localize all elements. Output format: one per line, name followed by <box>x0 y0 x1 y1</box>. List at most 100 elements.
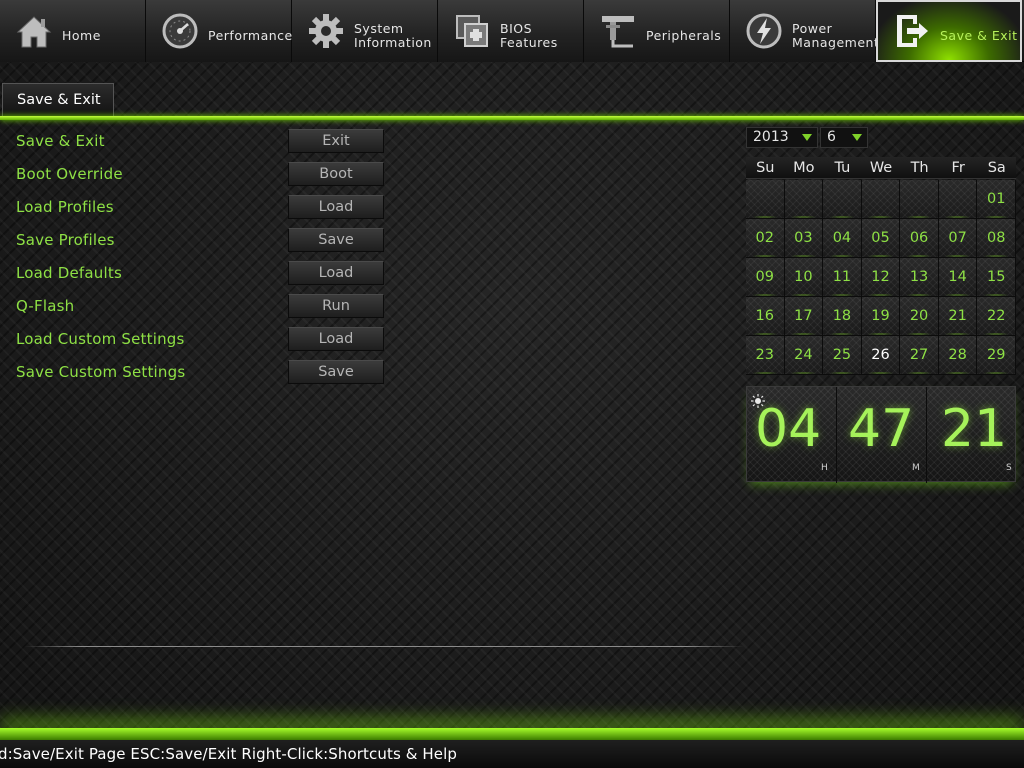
setting-row-q-flash: Q-Flash Run <box>0 290 400 323</box>
calendar-day[interactable]: 23 <box>746 336 785 375</box>
save-profiles-button[interactable]: Save <box>288 228 384 252</box>
load-defaults-button[interactable]: Load <box>288 261 384 285</box>
load-custom-settings-button[interactable]: Load <box>288 327 384 351</box>
setting-row-save-profiles: Save Profiles Save <box>0 224 400 257</box>
bios-chip-icon <box>452 11 492 51</box>
year-select[interactable]: 2013 <box>746 127 818 148</box>
page-tab-save-exit[interactable]: Save & Exit <box>2 83 114 117</box>
calendar-day[interactable]: 26 <box>861 336 901 375</box>
calendar-empty-cell <box>784 180 824 219</box>
calendar-day[interactable]: 02 <box>746 219 785 258</box>
nav-item-system-information[interactable]: System Information <box>292 0 438 62</box>
setting-label[interactable]: Save Custom Settings <box>16 363 185 381</box>
setting-label[interactable]: Load Custom Settings <box>16 330 185 348</box>
save-custom-settings-button[interactable]: Save <box>288 360 384 384</box>
calendar-day[interactable]: 27 <box>900 336 939 375</box>
setting-row-save-exit: Save & Exit Exit <box>0 125 400 158</box>
nav-item-save-exit[interactable]: Save & Exit <box>876 0 1022 62</box>
load-profiles-button[interactable]: Load <box>288 195 384 219</box>
run-q-flash-button[interactable]: Run <box>288 294 384 318</box>
month-select[interactable]: 6 <box>820 127 868 148</box>
clock-seconds[interactable]: 21 <box>941 399 1007 459</box>
nav-item-home[interactable]: Home <box>0 0 146 62</box>
nav-item-performance[interactable]: Performance <box>146 0 292 62</box>
nav-item-power-management[interactable]: Power Management <box>730 0 879 62</box>
nav-item-peripherals[interactable]: Peripherals <box>584 0 730 62</box>
nav-label-save-exit: Save & Exit <box>940 28 1018 43</box>
month-value: 6 <box>827 129 836 145</box>
calendar-day[interactable]: 18 <box>823 297 862 336</box>
content-divider <box>24 646 744 647</box>
weekday-label: Tu <box>834 160 851 176</box>
calendar-empty-cell <box>938 180 978 219</box>
calendar-day[interactable]: 13 <box>900 258 939 297</box>
setting-row-load-defaults: Load Defaults Load <box>0 257 400 290</box>
tab-underline <box>0 116 1024 120</box>
setting-label[interactable]: Save Profiles <box>16 231 115 249</box>
setting-label[interactable]: Q-Flash <box>16 297 74 315</box>
calendar-day[interactable]: 22 <box>977 297 1016 336</box>
calendar-day[interactable]: 06 <box>900 219 939 258</box>
power-icon <box>744 11 784 51</box>
home-icon <box>14 11 54 51</box>
peripherals-icon <box>598 11 638 51</box>
top-navigation: Home Performance System Information BIOS… <box>0 0 1024 62</box>
minute-unit-label: M <box>912 463 920 473</box>
setting-label[interactable]: Boot Override <box>16 165 123 183</box>
calendar-day[interactable]: 11 <box>823 258 862 297</box>
setting-label[interactable]: Load Defaults <box>16 264 122 282</box>
calendar-empty-cell <box>861 180 901 219</box>
setting-label[interactable]: Save & Exit <box>16 132 105 150</box>
nav-item-bios-features[interactable]: BIOS Features <box>438 0 584 62</box>
calendar-day[interactable]: 14 <box>938 258 978 297</box>
calendar-day[interactable]: 25 <box>823 336 862 375</box>
calendar-day[interactable]: 24 <box>784 336 824 375</box>
calendar-day[interactable]: 09 <box>746 258 785 297</box>
weekday-label: Fr <box>951 160 965 176</box>
calendar-day[interactable]: 05 <box>861 219 901 258</box>
clock-panel: 04 47 21 H M S <box>746 386 1016 483</box>
hour-unit-label: H <box>821 463 828 473</box>
gauge-icon <box>160 11 200 51</box>
calendar-day[interactable]: 21 <box>938 297 978 336</box>
footer-hint: d:Save/Exit Page ESC:Save/Exit Right-Cli… <box>0 745 458 763</box>
calendar-day[interactable]: 12 <box>861 258 901 297</box>
settings-list: Save & Exit Exit Boot Override Boot Load… <box>0 125 400 389</box>
chevron-down-icon <box>802 134 812 141</box>
exit-door-icon <box>892 11 932 51</box>
setting-label[interactable]: Load Profiles <box>16 198 114 216</box>
calendar-day[interactable]: 01 <box>977 180 1016 219</box>
calendar-day[interactable]: 29 <box>977 336 1016 375</box>
weekday-label: Sa <box>987 160 1006 176</box>
nav-label-peripherals: Peripherals <box>646 28 722 43</box>
calendar-day[interactable]: 28 <box>938 336 978 375</box>
footer-glow <box>0 728 1024 740</box>
boot-button[interactable]: Boot <box>288 162 384 186</box>
calendar-day[interactable]: 08 <box>977 219 1016 258</box>
calendar-day[interactable]: 03 <box>784 219 824 258</box>
calendar-weekday-header: Su Mo Tu We Th Fr Sa <box>746 157 1016 179</box>
calendar-day[interactable]: 17 <box>784 297 824 336</box>
weekday-label: Su <box>756 160 775 176</box>
calendar-day[interactable]: 04 <box>823 219 862 258</box>
clock-time[interactable]: 04 47 21 <box>755 399 1013 459</box>
nav-label-performance: Performance <box>208 28 293 43</box>
calendar-day[interactable]: 16 <box>746 297 785 336</box>
exit-button[interactable]: Exit <box>288 129 384 153</box>
calendar-day[interactable]: 15 <box>977 258 1016 297</box>
weekday-label: Mo <box>793 160 815 176</box>
calendar-day[interactable]: 19 <box>861 297 901 336</box>
chevron-down-icon <box>852 134 862 141</box>
nav-label-home: Home <box>62 28 101 43</box>
clock-minutes[interactable]: 47 <box>848 399 914 459</box>
setting-row-boot-override: Boot Override Boot <box>0 158 400 191</box>
setting-row-save-custom-settings: Save Custom Settings Save <box>0 356 400 389</box>
calendar-empty-cell <box>900 180 939 219</box>
calendar-day[interactable]: 10 <box>784 258 824 297</box>
calendar-day[interactable]: 07 <box>938 219 978 258</box>
clock-hours[interactable]: 04 <box>755 399 821 459</box>
calendar-empty-cell <box>823 180 862 219</box>
calendar-day[interactable]: 20 <box>900 297 939 336</box>
weekday-label: Th <box>910 160 929 176</box>
gear-icon <box>306 11 346 51</box>
